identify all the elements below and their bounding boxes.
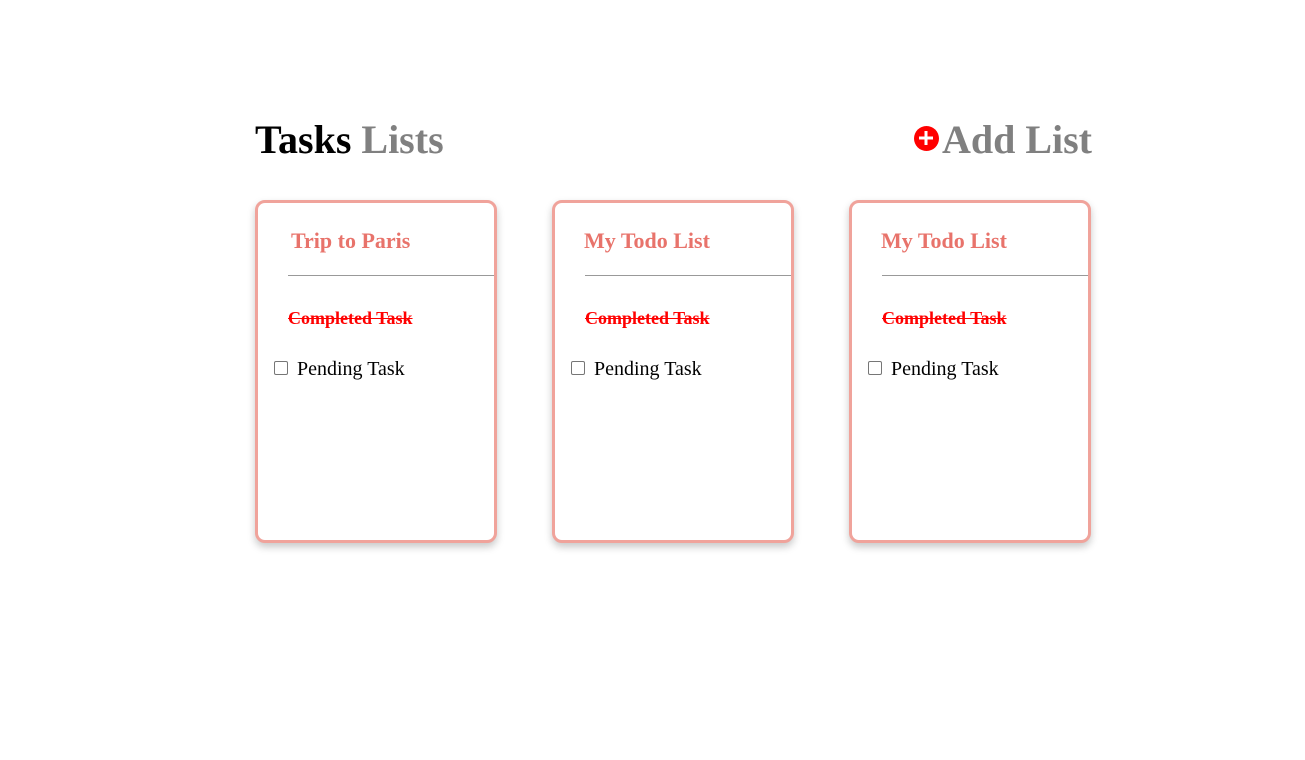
completed-task[interactable]: Completed Task — [585, 306, 710, 330]
pending-task-label: Pending Task — [594, 358, 702, 380]
completed-task[interactable]: Completed Task — [882, 306, 1007, 330]
list-divider — [882, 275, 1088, 276]
list-card: My Todo List Completed Task Pending Task — [849, 200, 1091, 543]
add-list-button[interactable]: Add List — [913, 116, 1092, 164]
list-card: My Todo List Completed Task Pending Task — [552, 200, 794, 543]
page-header: Tasks Lists Add List — [255, 116, 1092, 166]
list-title: Trip to Paris — [291, 228, 411, 253]
page-title-lists: Lists — [361, 117, 444, 162]
list-title: My Todo List — [584, 228, 710, 253]
pending-task: Pending Task — [274, 357, 405, 381]
completed-task[interactable]: Completed Task — [288, 306, 413, 330]
task-checkbox[interactable] — [868, 360, 882, 375]
task-checkbox[interactable] — [571, 360, 585, 375]
task-checkbox[interactable] — [274, 360, 288, 375]
pending-task-label: Pending Task — [891, 358, 999, 380]
list-card: Trip to Paris Completed Task Pending Tas… — [255, 200, 497, 543]
page-title-tasks: Tasks — [255, 117, 352, 162]
pending-task: Pending Task — [868, 357, 999, 381]
pending-task: Pending Task — [571, 357, 702, 381]
list-divider — [585, 275, 791, 276]
list-title: My Todo List — [881, 228, 1007, 253]
main-container: Tasks Lists Add List Trip to Paris Compl… — [255, 0, 1092, 760]
list-divider — [288, 275, 494, 276]
pending-task-label: Pending Task — [297, 358, 405, 380]
plus-circle-icon[interactable] — [913, 125, 939, 151]
add-list-label[interactable]: Add List — [942, 116, 1092, 164]
page-title: Tasks Lists — [255, 116, 444, 164]
